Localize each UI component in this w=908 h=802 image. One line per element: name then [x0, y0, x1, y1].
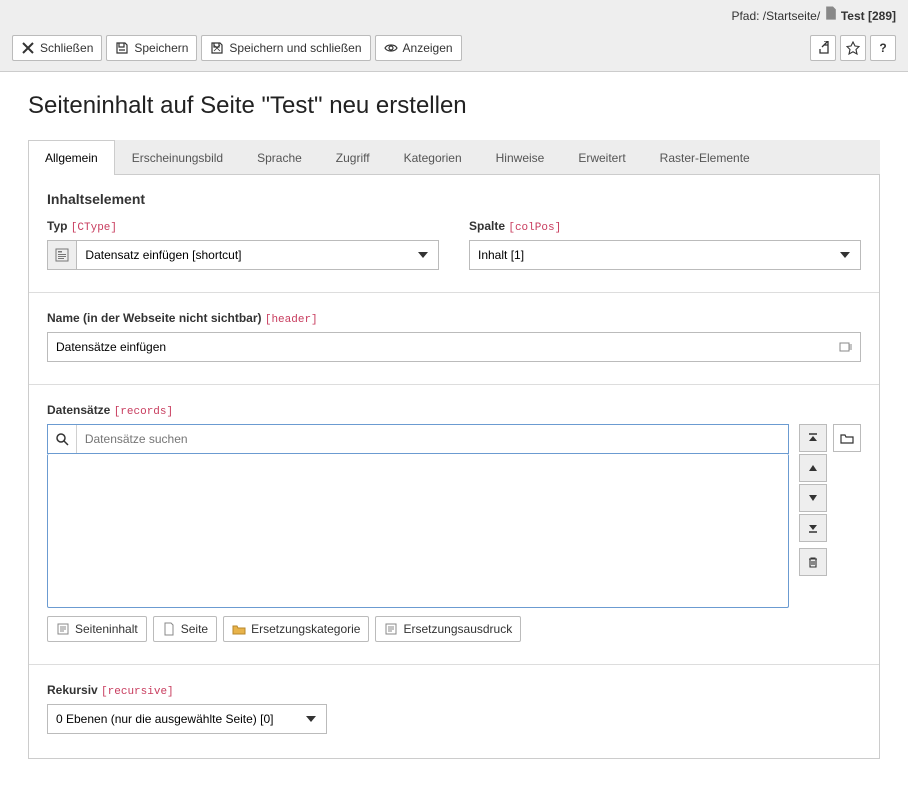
page-icon — [824, 6, 838, 20]
separator — [29, 384, 879, 385]
label-records-text: Datensätze — [47, 403, 110, 417]
save-button[interactable]: Speichern — [106, 35, 197, 61]
topbar: Pfad: /Startseite/ Test [289] Schließen … — [0, 0, 908, 72]
suggest-page-content-label: Seiteninhalt — [75, 622, 138, 636]
content-icon — [56, 622, 70, 636]
save-icon — [115, 41, 129, 55]
label-header-text: Name (in der Webseite nicht sichtbar) — [47, 311, 262, 325]
label-colpos-text: Spalte — [469, 219, 505, 233]
save-close-label: Speichern und schließen — [229, 41, 361, 55]
path-root[interactable]: /Startseite/ — [763, 9, 820, 23]
label-colpos: Spalte [colPos] — [469, 219, 861, 234]
suggest-replace-expression[interactable]: Ersetzungsausdruck — [375, 616, 521, 642]
search-icon — [48, 425, 77, 453]
close-button[interactable]: Schließen — [12, 35, 102, 61]
label-recursive: Rekursiv [recursive] — [47, 683, 861, 698]
content-area: Seiteninhalt auf Seite "Test" neu erstel… — [0, 72, 908, 779]
save-close-button[interactable]: Speichern und schließen — [201, 35, 370, 61]
tab-extended[interactable]: Erweitert — [561, 140, 642, 175]
tab-panel-general: Inhaltselement Typ [CType] Datensatz ein… — [28, 175, 880, 759]
suggest-page-label: Seite — [181, 622, 208, 636]
move-bottom-button[interactable] — [799, 514, 827, 542]
tab-appearance[interactable]: Erscheinungsbild — [115, 140, 240, 175]
tab-language[interactable]: Sprache — [240, 140, 319, 175]
save-close-icon — [210, 41, 224, 55]
path-prefix: Pfad: — [731, 9, 762, 23]
tab-categories[interactable]: Kategorien — [387, 140, 479, 175]
expression-icon — [384, 622, 398, 636]
close-icon — [21, 41, 35, 55]
suggest-replace-expression-label: Ersetzungsausdruck — [403, 622, 512, 636]
share-button[interactable] — [810, 35, 836, 61]
path-current: Test — [841, 9, 865, 23]
browse-records-button[interactable] — [833, 424, 861, 452]
question-icon: ? — [879, 41, 886, 55]
section-content-element: Inhaltselement — [47, 191, 861, 207]
separator — [29, 292, 879, 293]
label-header: Name (in der Webseite nicht sichtbar) [h… — [47, 311, 861, 326]
folder-icon — [232, 622, 246, 636]
key-header: [header] — [265, 314, 318, 326]
move-top-button[interactable] — [799, 424, 827, 452]
separator — [29, 664, 879, 665]
page-title: Seiteninhalt auf Seite "Test" neu erstel… — [28, 92, 880, 120]
tab-access[interactable]: Zugriff — [319, 140, 387, 175]
tab-notes[interactable]: Hinweise — [479, 140, 562, 175]
tab-bar: Allgemein Erscheinungsbild Sprache Zugri… — [28, 140, 880, 175]
suggest-replace-category[interactable]: Ersetzungskategorie — [223, 616, 369, 642]
input-header[interactable] — [47, 332, 861, 362]
label-ctype-text: Typ — [47, 219, 67, 233]
label-recursive-text: Rekursiv — [47, 683, 98, 697]
toolbar: Schließen Speichern Speichern und schlie… — [0, 29, 908, 71]
delete-record-button[interactable] — [799, 548, 827, 576]
view-button[interactable]: Anzeigen — [375, 35, 462, 61]
tab-grid[interactable]: Raster-Elemente — [643, 140, 767, 175]
records-listbox[interactable] — [47, 454, 789, 608]
star-icon — [846, 41, 860, 55]
header-wizard-icon[interactable] — [839, 340, 853, 354]
close-label: Schließen — [40, 41, 93, 55]
label-ctype: Typ [CType] — [47, 219, 439, 234]
view-label: Anzeigen — [403, 41, 453, 55]
save-label: Speichern — [134, 41, 188, 55]
help-button[interactable]: ? — [870, 35, 896, 61]
records-search-input[interactable] — [77, 425, 788, 453]
field-ctype: Typ [CType] Datensatz einfügen [shortcut… — [47, 219, 439, 270]
move-up-button[interactable] — [799, 454, 827, 482]
path-bar: Pfad: /Startseite/ Test [289] — [0, 0, 908, 29]
tab-general[interactable]: Allgemein — [28, 140, 115, 175]
suggest-page-content[interactable]: Seiteninhalt — [47, 616, 147, 642]
bookmark-button[interactable] — [840, 35, 866, 61]
move-down-button[interactable] — [799, 484, 827, 512]
select-colpos[interactable]: Inhalt [1] — [469, 240, 861, 270]
suggest-replace-category-label: Ersetzungskategorie — [251, 622, 360, 636]
path-id: [289] — [868, 9, 896, 23]
key-records: [records] — [114, 406, 173, 418]
select-recursive[interactable]: 0 Ebenen (nur die ausgewählte Seite) [0] — [47, 704, 327, 734]
page-icon — [162, 622, 176, 636]
key-colpos: [colPos] — [508, 222, 561, 234]
eye-icon — [384, 41, 398, 55]
suggest-page[interactable]: Seite — [153, 616, 217, 642]
select-ctype[interactable]: Datensatz einfügen [shortcut] — [76, 240, 439, 270]
ctype-icon — [47, 240, 76, 270]
label-records: Datensätze [records] — [47, 403, 861, 418]
field-colpos: Spalte [colPos] Inhalt [1] — [469, 219, 861, 270]
key-ctype: [CType] — [71, 222, 117, 234]
key-recursive: [recursive] — [101, 686, 174, 698]
share-icon — [816, 41, 830, 55]
